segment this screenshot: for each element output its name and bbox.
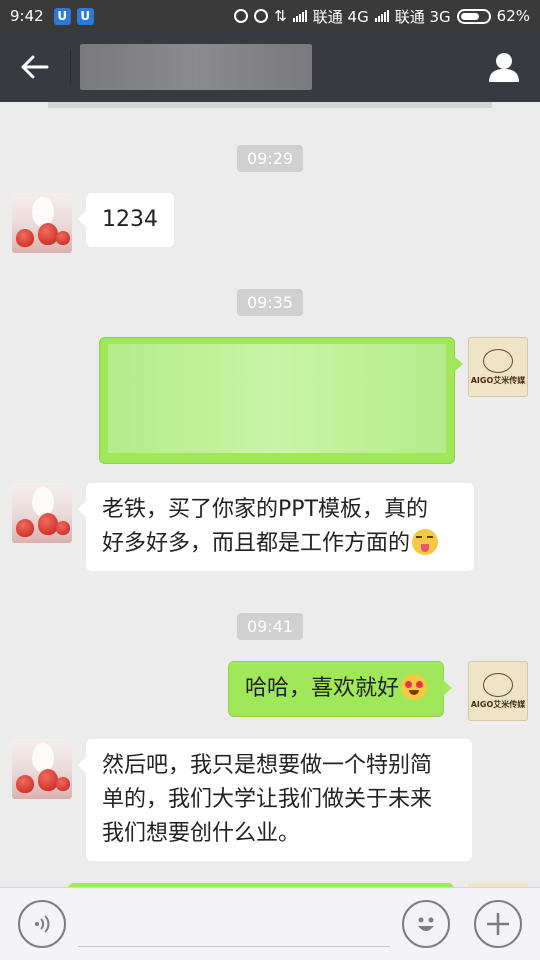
message-text: 好多好多，而且都是工作方面的 [102, 531, 411, 556]
data-arrows-icon: ⇅ [274, 7, 287, 25]
smiley-icon [418, 917, 434, 931]
my-avatar[interactable]: AIGO艾米传媒 [468, 337, 528, 397]
carrier-1: 联通 4G [312, 7, 369, 26]
friend-avatar[interactable] [12, 739, 72, 799]
timestamp: 09:29 [236, 145, 304, 172]
header-divider [70, 50, 71, 84]
message-text: 1234 [102, 207, 158, 232]
heart-eyes-emoji-icon [401, 674, 428, 700]
signal-icon [374, 10, 389, 22]
hotspot-icon [234, 9, 249, 23]
voice-icon [35, 915, 50, 933]
back-button[interactable] [0, 32, 70, 102]
message-text: 我们想要创什么业。 [102, 821, 301, 846]
message-list[interactable]: 09:29 1234 09:35 AIGO艾米传媒 老铁，买了你家的PPT模板，… [0, 108, 540, 887]
message-bubble[interactable] [99, 337, 463, 464]
more-button[interactable] [474, 900, 522, 948]
squinting-tongue-emoji-icon [412, 529, 439, 555]
carrier-2: 联通 3G [394, 7, 451, 26]
battery-icon [456, 8, 491, 24]
message-bubble[interactable]: 哈哈，喜欢就好 [228, 661, 453, 717]
message-text: 老铁，买了你家的PPT模板，真的 [102, 497, 428, 522]
alarm-icon [254, 9, 269, 23]
signal-icon [292, 10, 307, 22]
message-text: 单的，我们大学让我们做关于未来 [102, 787, 433, 812]
message-text: 然后吧，我只是想要做一个特别简 [102, 753, 433, 778]
app-badge-icon: U [76, 7, 94, 25]
chat-title [80, 44, 312, 90]
back-arrow-icon [21, 55, 49, 79]
voice-button[interactable] [18, 900, 66, 948]
friend-avatar[interactable] [12, 483, 72, 543]
status-bar: 9:42 U U ⇅ 联通 4G 联通 3G 62% [0, 0, 540, 32]
input-bar [0, 887, 540, 960]
my-avatar[interactable]: AIGO艾米传媒 [468, 661, 528, 721]
message-bubble[interactable]: 老铁，买了你家的PPT模板，真的 好多好多，而且都是工作方面的 [78, 483, 474, 571]
aigo-logo-avatar-icon [483, 672, 513, 697]
status-time: 9:42 [10, 7, 44, 25]
emoji-button[interactable] [402, 900, 450, 948]
aigo-logo-avatar-icon [483, 348, 513, 373]
plus-icon [487, 913, 509, 935]
person-icon [489, 53, 519, 82]
message-text: 哈哈，喜欢就好 [245, 676, 400, 701]
chat-header [0, 32, 540, 102]
message-bubble[interactable]: 1234 [78, 193, 174, 247]
timestamp: 09:41 [236, 613, 304, 640]
message-input[interactable] [78, 946, 390, 947]
blurred-content [108, 344, 446, 453]
chat-info-button[interactable] [468, 32, 540, 102]
message-bubble[interactable]: 然后吧，我只是想要做一个特别简 单的，我们大学让我们做关于未来 我们想要创什么业… [78, 739, 472, 861]
friend-avatar[interactable] [12, 193, 72, 253]
app-badge-icon: U [53, 7, 71, 25]
timestamp: 09:35 [236, 289, 304, 316]
battery-level: 62% [496, 7, 530, 25]
